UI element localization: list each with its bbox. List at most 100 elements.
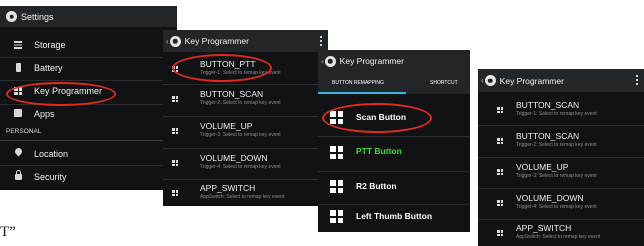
divider	[163, 148, 328, 149]
key-sublabel: Trigger-2: Select to remap key event	[200, 100, 281, 106]
remap-row[interactable]: R2 Button	[318, 173, 470, 205]
grid-icon	[172, 96, 178, 102]
key-label: VOLUME_DOWN	[516, 193, 584, 203]
settings-item-label: Battery	[34, 63, 63, 73]
settings-item-label: Storage	[34, 40, 66, 50]
settings-title: Settings	[21, 11, 54, 22]
key-label: APP_SWITCH	[200, 183, 256, 193]
key-programmer-title: Key Programmer	[499, 75, 564, 86]
grid-icon	[497, 169, 503, 175]
settings-gear-icon	[484, 75, 496, 86]
key-sublabel: Trigger-4: Select to remap key event	[516, 204, 597, 210]
key-row[interactable]: BUTTON_SCAN Trigger-1: Select to remap k…	[478, 97, 644, 124]
location-pin-icon	[13, 146, 24, 157]
tab-label: SHORTCUT	[430, 80, 458, 86]
grid-icon	[330, 210, 343, 223]
divider	[163, 116, 328, 117]
back-caret-icon[interactable]: ‹	[166, 37, 169, 46]
storage-icon	[14, 41, 22, 49]
highlight-oval	[322, 103, 432, 133]
tab-label: BUTTON REMAPPING	[332, 80, 384, 86]
key-row[interactable]: VOLUME_UP Trigger-3: Select to remap key…	[478, 159, 644, 187]
lock-shackle	[16, 170, 21, 175]
grid-icon	[172, 128, 178, 134]
settings-item-storage[interactable]: Storage	[0, 38, 177, 54]
key-programmer-title: Key Programmer	[184, 36, 249, 46]
back-caret-icon[interactable]: ‹	[481, 76, 484, 85]
key-sublabel: Trigger-3: Select to remap key event	[516, 173, 597, 179]
grid-icon	[497, 230, 503, 236]
divider	[163, 179, 328, 180]
divider	[478, 157, 644, 158]
grid-icon	[497, 200, 503, 206]
grid-icon	[172, 190, 178, 196]
divider	[0, 80, 177, 81]
divider	[478, 219, 644, 220]
key-row[interactable]: VOLUME_UP Trigger-3: Select to remap key…	[163, 118, 328, 146]
settings-gear-icon	[6, 11, 17, 22]
highlight-oval	[172, 54, 272, 82]
key-label: VOLUME_UP	[516, 162, 569, 172]
key-row[interactable]: APP_SWITCH AppSwitch: Select to remap ke…	[163, 181, 328, 206]
key-label: VOLUME_DOWN	[200, 153, 268, 163]
button-remapping-screen: ‹ Key Programmer BUTTON REMAPPING SHORTC…	[318, 50, 470, 232]
key-sublabel: AppSwitch: Select to remap key event	[200, 194, 285, 200]
tab-shortcut[interactable]: SHORTCUT	[406, 72, 470, 94]
tab-button-remapping[interactable]: BUTTON REMAPPING	[318, 72, 406, 94]
tab-bar: BUTTON REMAPPING SHORTCUT	[318, 72, 470, 94]
key-programmer-screen-2: ‹ Key Programmer BUTTON_SCAN Trigger-1: …	[478, 69, 644, 246]
divider	[0, 140, 177, 141]
stray-caption: T”	[0, 224, 16, 240]
key-row[interactable]: APP_SWITCH AppSwitch: Select to remap ke…	[478, 221, 644, 246]
divider	[163, 84, 328, 85]
apps-icon	[14, 109, 22, 117]
key-programmer-screen-1: ‹ Key Programmer BUTTON_PTT Trigger-1: S…	[163, 30, 328, 206]
remap-row[interactable]: PTT Button	[318, 138, 470, 170]
grid-icon	[172, 160, 178, 166]
key-sublabel: Trigger-3: Select to remap key event	[200, 132, 281, 138]
remap-row[interactable]: Left Thumb Button	[318, 206, 470, 232]
section-header-personal: PERSONAL	[0, 127, 177, 139]
key-label: BUTTON_SCAN	[516, 131, 580, 141]
key-row[interactable]: BUTTON_SCAN Trigger-2: Select to remap k…	[163, 86, 328, 114]
divider	[478, 188, 644, 189]
grid-icon	[330, 180, 343, 193]
key-programmer-title: Key Programmer	[339, 56, 404, 66]
key-programmer-action-bar: ‹ Key Programmer	[163, 30, 328, 52]
remap-label: PTT Button	[356, 146, 402, 156]
settings-item-location[interactable]: Location	[0, 146, 177, 162]
grid-icon	[330, 146, 343, 159]
settings-item-security[interactable]: Security	[0, 169, 177, 185]
key-sublabel: Trigger-1: Select to remap key event	[516, 111, 597, 117]
highlight-oval	[6, 82, 116, 106]
key-label: BUTTON_SCAN	[200, 89, 264, 99]
settings-action-bar: Settings	[0, 6, 177, 27]
divider	[478, 125, 644, 126]
divider	[318, 204, 470, 205]
divider	[318, 136, 470, 137]
divider	[0, 57, 177, 58]
key-row[interactable]: VOLUME_DOWN Trigger-4: Select to remap k…	[478, 190, 644, 218]
key-label: APP_SWITCH	[516, 223, 572, 233]
overflow-menu-icon[interactable]	[320, 36, 322, 46]
divider	[318, 171, 470, 172]
settings-screen: Settings Storage Battery Key Programmer …	[0, 6, 177, 190]
key-sublabel: AppSwitch: Select to remap key event	[516, 234, 601, 240]
key-programmer-action-bar: ‹ Key Programmer	[478, 69, 644, 92]
grid-icon	[497, 138, 503, 144]
key-programmer-action-bar: ‹ Key Programmer	[318, 50, 470, 72]
divider	[0, 165, 177, 166]
key-label: VOLUME_UP	[200, 121, 253, 131]
settings-item-battery[interactable]: Battery	[0, 60, 177, 76]
section-header-label: PERSONAL	[6, 128, 42, 135]
key-row[interactable]: VOLUME_DOWN Trigger-4: Select to remap k…	[163, 150, 328, 178]
key-row[interactable]: BUTTON_SCAN Trigger-2: Select to remap k…	[478, 127, 644, 155]
remap-label: R2 Button	[356, 181, 397, 191]
settings-gear-icon	[324, 55, 336, 67]
battery-icon	[16, 63, 21, 72]
key-sublabel: Trigger-2: Select to remap key event	[516, 142, 597, 148]
back-caret-icon[interactable]: ‹	[321, 57, 324, 66]
overflow-menu-icon[interactable]	[636, 75, 638, 85]
settings-gear-icon	[169, 35, 181, 47]
settings-item-apps[interactable]: Apps	[0, 106, 177, 122]
